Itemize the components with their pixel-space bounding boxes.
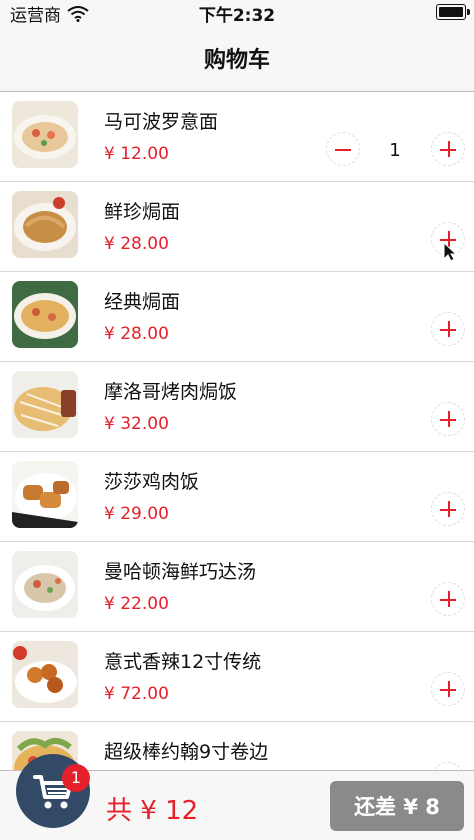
status-time: 下午2:32 xyxy=(198,6,276,26)
cart-item-list[interactable]: 马可波罗意面 ¥ 12.00 1 鲜珍焗面 ¥ 28.00 经典焗面 ¥ 28.… xyxy=(0,92,474,770)
food-image xyxy=(12,641,78,708)
item-price: ¥ 29.00 xyxy=(104,504,169,524)
food-image xyxy=(12,551,78,618)
increase-quantity-button[interactable] xyxy=(431,132,465,166)
item-price: ¥ 28.00 xyxy=(104,234,169,254)
status-bar: 运营商 下午2:32 xyxy=(0,0,474,26)
item-name: 鲜珍焗面 xyxy=(104,201,181,223)
list-item[interactable]: 莎莎鸡肉饭 ¥ 29.00 xyxy=(0,452,474,542)
list-item[interactable]: 意式香辣12寸传统 ¥ 72.00 xyxy=(0,632,474,722)
battery-icon xyxy=(436,4,470,20)
list-item[interactable]: 曼哈顿海鲜巧达汤 ¥ 22.00 xyxy=(0,542,474,632)
cart-total: 共 ¥ 12 xyxy=(106,796,199,826)
food-image xyxy=(12,191,78,258)
list-item[interactable]: 摩洛哥烤肉焗饭 ¥ 32.00 xyxy=(0,362,474,452)
item-name: 马可波罗意面 xyxy=(104,111,219,133)
checkout-button[interactable]: 还差 ¥ 8 xyxy=(330,781,464,831)
increase-quantity-button[interactable] xyxy=(431,582,465,616)
item-name: 摩洛哥烤肉焗饭 xyxy=(104,381,238,403)
increase-quantity-button[interactable] xyxy=(431,312,465,346)
food-image xyxy=(12,371,78,438)
increase-quantity-button[interactable] xyxy=(431,762,465,770)
cart-count-badge: 1 xyxy=(62,764,90,792)
item-price: ¥ 32.00 xyxy=(104,414,169,434)
mouse-cursor-icon xyxy=(443,242,457,262)
increase-quantity-button[interactable] xyxy=(431,672,465,706)
item-name: 曼哈顿海鲜巧达汤 xyxy=(104,561,257,583)
item-quantity: 1 xyxy=(389,140,401,161)
increase-quantity-button[interactable] xyxy=(431,492,465,526)
increase-quantity-button[interactable] xyxy=(431,402,465,436)
item-price: ¥ 22.00 xyxy=(104,594,169,614)
item-price: ¥ 12.00 xyxy=(104,144,169,164)
list-item[interactable]: 马可波罗意面 ¥ 12.00 1 xyxy=(0,92,474,182)
item-name: 经典焗面 xyxy=(104,291,181,313)
decrease-quantity-button[interactable] xyxy=(326,132,360,166)
item-name: 超级棒约翰9寸卷边 xyxy=(104,741,269,763)
food-image xyxy=(12,281,78,348)
item-name: 莎莎鸡肉饭 xyxy=(104,471,200,493)
item-name: 意式香辣12寸传统 xyxy=(104,651,262,673)
page-title: 购物车 xyxy=(203,48,270,73)
list-item[interactable]: 鲜珍焗面 ¥ 28.00 xyxy=(0,182,474,272)
food-image xyxy=(12,461,78,528)
navigation-bar: 购物车 xyxy=(0,24,474,92)
list-item[interactable]: 经典焗面 ¥ 28.00 xyxy=(0,272,474,362)
item-price: ¥ 28.00 xyxy=(104,324,169,344)
food-image xyxy=(12,101,78,168)
item-price: ¥ 72.00 xyxy=(104,684,169,704)
